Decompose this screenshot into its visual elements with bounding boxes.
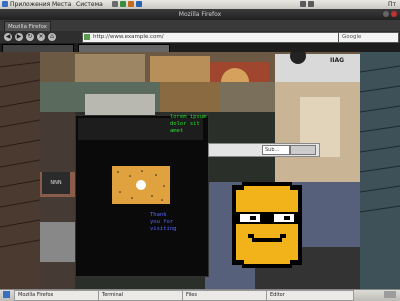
close-icon[interactable] bbox=[391, 11, 397, 17]
site-favicon-icon bbox=[84, 34, 90, 40]
green-line: dolor sit bbox=[170, 121, 200, 127]
home-button[interactable]: ⌂ bbox=[48, 33, 56, 41]
launcher-icon[interactable] bbox=[120, 1, 126, 7]
show-desktop-icon[interactable] bbox=[3, 291, 10, 298]
tray-volume-icon[interactable] bbox=[308, 1, 314, 7]
blue-line: visiting bbox=[150, 226, 177, 232]
search-input[interactable]: Google bbox=[338, 32, 399, 43]
reload-button[interactable]: ↻ bbox=[26, 33, 34, 41]
blue-line: you for bbox=[150, 219, 174, 225]
blue-text-block: Thank you for visiting bbox=[150, 212, 177, 233]
menu-applications[interactable]: Приложения bbox=[10, 0, 50, 9]
taskbar-item[interactable]: Files bbox=[182, 290, 270, 301]
maximize-icon[interactable] bbox=[383, 11, 389, 17]
clock[interactable]: Пт bbox=[388, 0, 396, 9]
sign-text: IIAG bbox=[330, 57, 345, 64]
dot-pattern bbox=[117, 170, 165, 201]
stop-button[interactable]: ✕ bbox=[37, 33, 45, 41]
menu-system[interactable]: Система bbox=[76, 0, 103, 9]
back-button[interactable]: ◀ bbox=[4, 33, 12, 41]
side-label: NNN bbox=[42, 172, 70, 194]
text-input[interactable]: Sub... bbox=[262, 145, 290, 155]
pixel-smiley-icon bbox=[232, 182, 302, 268]
forward-button[interactable]: ▶ bbox=[15, 33, 23, 41]
apps-menu-icon[interactable] bbox=[2, 1, 8, 7]
tab-label: Mozilla Firefox bbox=[8, 24, 47, 30]
green-line: amet bbox=[170, 128, 184, 134]
blue-line: Thank bbox=[150, 212, 167, 218]
green-text-block: lorem ipsum dolor sit amet bbox=[170, 114, 206, 135]
submit-button[interactable] bbox=[290, 145, 316, 155]
menu-places[interactable]: Места bbox=[52, 0, 71, 9]
launcher-icon[interactable] bbox=[128, 1, 134, 7]
url-input[interactable]: http://www.example.com/ bbox=[82, 32, 344, 43]
launcher-icon[interactable] bbox=[112, 1, 118, 7]
green-line: lorem ipsum bbox=[170, 114, 207, 120]
page-content: lorem ipsum dolor sit amet Thank you for… bbox=[0, 52, 400, 289]
taskbar-item[interactable]: Terminal bbox=[98, 290, 186, 301]
window-title: Mozilla Firefox bbox=[178, 11, 222, 18]
launcher-icon[interactable] bbox=[136, 1, 142, 7]
taskbar-item[interactable]: Editor bbox=[266, 290, 354, 301]
workspace-switcher[interactable] bbox=[384, 291, 396, 298]
tray-network-icon[interactable] bbox=[300, 1, 306, 7]
taskbar-item[interactable]: Mozilla Firefox bbox=[14, 290, 102, 301]
